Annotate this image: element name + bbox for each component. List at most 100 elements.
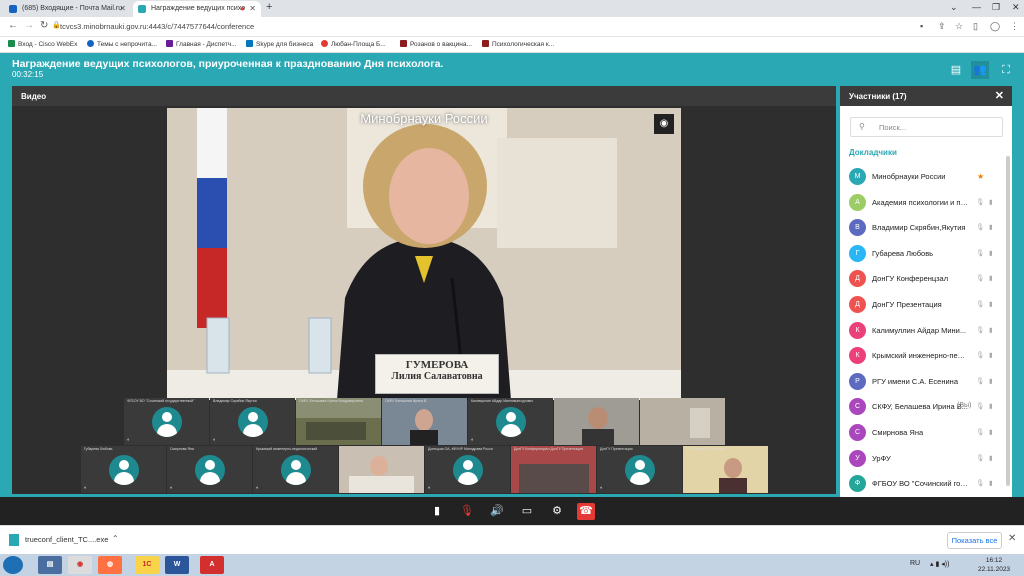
participant-avatar: К bbox=[849, 347, 866, 365]
participant-row[interactable]: М Минобрнауки России ★ bbox=[840, 164, 1000, 190]
close-window-button[interactable]: ✕ bbox=[1012, 2, 1020, 13]
bookmark-item[interactable]: Вход - Cisco WebEx bbox=[8, 40, 77, 48]
bookmark-item[interactable]: Главная - Диспетч... bbox=[166, 40, 237, 48]
reload-icon[interactable]: ↻ bbox=[40, 20, 48, 31]
participant-row[interactable]: К Крымский инженерно-пед... 🎙 ▮ bbox=[840, 343, 1000, 369]
participant-row[interactable]: К Калимуллин Айдар Мини... 🎙 ▮ bbox=[840, 318, 1000, 344]
participant-row[interactable]: В Владимир Скрябин,Якутия 🎙 ▮ bbox=[840, 215, 1000, 241]
clock[interactable]: 16:12 22.11.2023 bbox=[978, 556, 1010, 574]
forward-icon[interactable]: → bbox=[24, 20, 34, 31]
hang-up-button[interactable]: ☎ bbox=[577, 503, 595, 520]
participant-tile[interactable]: Владимир Скрябин,Якутия ◐ bbox=[210, 398, 295, 445]
participant-tile[interactable]: Донецкая ОА, КФУИР Минздрава Росси ◐ bbox=[425, 446, 510, 493]
chevron-up-icon[interactable]: ⌃ bbox=[112, 534, 119, 543]
tab-conference[interactable]: Награждение ведущих психо ● ✕ bbox=[133, 1, 261, 17]
participants-search[interactable]: ⚲ Поиск... bbox=[850, 117, 1003, 137]
sidebar-icon[interactable]: ▯ bbox=[973, 21, 978, 32]
firefox-icon[interactable]: ◍ bbox=[98, 556, 122, 574]
tray-icons[interactable]: ▴ ▮ ◂)) bbox=[930, 560, 949, 568]
close-tab-icon[interactable]: ✕ bbox=[119, 1, 126, 17]
mic-icon: ◐ bbox=[428, 485, 432, 491]
avatar bbox=[496, 407, 526, 437]
fullscreen-icon[interactable]: ⛶ bbox=[997, 61, 1015, 79]
settings-gear-icon[interactable]: ⚙ bbox=[548, 503, 566, 520]
participant-row[interactable]: У УрФУ 🎙 ▮ bbox=[840, 446, 1000, 472]
participant-row[interactable]: Д ДонГУ Презентация 🎙 ▮ bbox=[840, 292, 1000, 318]
chrome-icon[interactable]: ◉ bbox=[68, 556, 92, 574]
chat-icon[interactable]: ▤ bbox=[947, 61, 965, 79]
close-tab-icon[interactable]: ✕ bbox=[249, 1, 256, 17]
mic-icon: ◐ bbox=[256, 485, 260, 491]
participant-row[interactable]: Г Губарева Любовь 🎙 ▮ bbox=[840, 241, 1000, 267]
participant-row[interactable]: Ф ФГБОУ ВО "Сочинский гос... 🎙 ▮ bbox=[840, 471, 1000, 497]
participant-tile[interactable]: ДонГУ Конференцзал ДонГУ Презентация bbox=[511, 446, 596, 493]
new-tab-button[interactable]: + bbox=[266, 1, 272, 13]
participant-list: М Минобрнауки России ★ А Академия психологии… bbox=[840, 164, 1000, 497]
explorer-icon[interactable]: ▤ bbox=[38, 556, 62, 574]
screen-share-icon[interactable]: ▭ bbox=[518, 503, 536, 520]
bookmark-label: Любан-Площа Б... bbox=[331, 41, 386, 48]
language-indicator[interactable]: RU bbox=[910, 560, 920, 567]
bookmark-label: Skype для бизнеса bbox=[256, 41, 314, 48]
url-field[interactable]: tcvcs3.minobrnauki.gov.ru:4443/c/7447577… bbox=[60, 22, 254, 31]
bookmark-item[interactable]: Розанов о вакцина... bbox=[400, 40, 472, 48]
1c-icon[interactable]: 1С bbox=[135, 556, 159, 574]
mic-icon: ◐ bbox=[170, 485, 174, 491]
skype-icon bbox=[246, 40, 253, 47]
mail-favicon-icon bbox=[9, 5, 17, 13]
tab-mail[interactable]: (685) Входящие - Почта Mail.ru ✕ bbox=[4, 1, 131, 17]
pdf-icon[interactable]: A bbox=[200, 556, 224, 574]
bookmark-item[interactable]: Темы с непрочита... bbox=[87, 40, 157, 48]
participant-row[interactable]: Д ДонГУ Конференцзал 🎙 ▮ bbox=[840, 266, 1000, 292]
participant-tile[interactable]: ФГБОУ ВО "Сочинский государственный" ◐ bbox=[124, 398, 209, 445]
mic-muted-icon: 🎙 bbox=[976, 224, 985, 232]
main-video[interactable]: Минобрнауки России ◉ ГУМЕРОВА Лилия Сала… bbox=[167, 108, 681, 400]
back-icon[interactable]: ← bbox=[8, 20, 18, 31]
maximize-button[interactable]: ❐ bbox=[992, 2, 1000, 13]
participant-row[interactable]: Р РГУ имени С.А. Есенина 🎙 ▮ bbox=[840, 369, 1000, 395]
start-button[interactable] bbox=[3, 556, 23, 574]
participant-tile[interactable] bbox=[640, 398, 725, 445]
participants-icon[interactable]: 👥 bbox=[971, 61, 989, 79]
bookmark-item[interactable]: Любан-Площа Б... bbox=[321, 40, 386, 48]
close-icon[interactable]: ✕ bbox=[1008, 533, 1016, 544]
profile-icon[interactable]: ◯ bbox=[990, 21, 1000, 32]
tab-search-icon[interactable]: ⌄ bbox=[950, 2, 958, 13]
camera-icon[interactable]: ▮ bbox=[428, 503, 446, 520]
close-icon[interactable]: ✕ bbox=[995, 89, 1004, 102]
tile-name: РГУ имени С.А. Есенина bbox=[686, 447, 727, 451]
nameplate-name: Лилия Салаватовна bbox=[391, 371, 483, 382]
share-icon[interactable]: ⇪ bbox=[938, 21, 946, 32]
participant-row[interactable]: А Академия психологии и педаг... 🎙 ▮ bbox=[840, 190, 1000, 216]
participant-tile[interactable] bbox=[339, 446, 424, 493]
bookmark-item[interactable]: Психологическая к... bbox=[482, 40, 554, 48]
word-icon[interactable]: W bbox=[165, 556, 189, 574]
participant-tile[interactable]: РГУ имени С.А. Есенина bbox=[683, 446, 768, 493]
participant-avatar: С bbox=[849, 423, 866, 441]
mic-muted-icon[interactable]: 🎙 bbox=[458, 503, 476, 520]
bookmarks-bar: Вход - Cisco WebEx Темы с непрочита... Г… bbox=[0, 37, 1024, 53]
dispatch-icon bbox=[166, 40, 173, 47]
scrollbar[interactable] bbox=[1006, 156, 1010, 486]
minimize-button[interactable]: — bbox=[972, 2, 981, 12]
participant-tile[interactable]: СКФУ, Белашева Ирина Владимировна bbox=[296, 398, 381, 445]
video-feed-image bbox=[640, 398, 725, 445]
participant-tile[interactable]: Крымский инженерно-педагогический ◐ bbox=[253, 446, 338, 493]
speaker-icon[interactable]: 🔊 bbox=[488, 503, 506, 520]
participant-tile[interactable]: Губарева Любовь ◐ bbox=[81, 446, 166, 493]
participant-tile[interactable] bbox=[554, 398, 639, 445]
menu-icon[interactable]: ⋮ bbox=[1010, 21, 1019, 32]
participant-tile[interactable]: ДонГУ Презентация ◐ bbox=[597, 446, 682, 493]
show-all-button[interactable]: Показать все bbox=[947, 532, 1002, 549]
bookmark-star-icon[interactable]: ☆ bbox=[955, 21, 963, 32]
participant-tile[interactable]: Калимуллин Айдар Миннимансурович ◐ bbox=[468, 398, 553, 445]
download-filename[interactable]: trueconf_client_TC....exe bbox=[25, 535, 108, 544]
bookmark-item[interactable]: Skype для бизнеса bbox=[246, 40, 313, 48]
camera-permission-icon[interactable]: ▪ bbox=[920, 21, 923, 31]
participant-row[interactable]: С СКФУ, Белашева Ирина В... (Вы) 🎙 ▮ bbox=[840, 394, 1000, 420]
participant-row[interactable]: С Смирнова Яна 🎙 ▮ bbox=[840, 420, 1000, 446]
group-label: Докладчики bbox=[849, 148, 897, 157]
participant-tile[interactable]: СКФУ Белашева Ирина В bbox=[382, 398, 467, 445]
participant-tile[interactable]: Смирнова Яна ◐ bbox=[167, 446, 252, 493]
mic-icon: ◐ bbox=[471, 437, 475, 443]
